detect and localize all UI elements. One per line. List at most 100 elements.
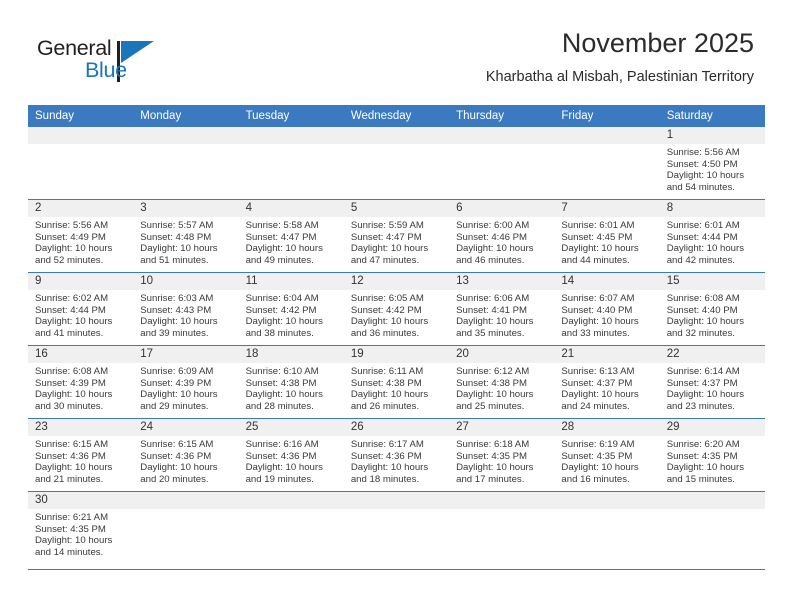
calendar-day-cell[interactable]: 18 Sunrise: 6:10 AM Sunset: 4:38 PM Dayligh… bbox=[238, 346, 344, 418]
calendar-week-row: 16 Sunrise: 6:08 AM Sunset: 4:39 PM Dayligh… bbox=[28, 346, 765, 419]
page-subtitle: Kharbatha al Misbah, Palestinian Territo… bbox=[485, 69, 754, 86]
day-number: 11 bbox=[238, 273, 344, 290]
calendar-day-cell[interactable]: 3 Sunrise: 5:57 AM Sunset: 4:48 PM Daylight… bbox=[133, 200, 239, 272]
general-blue-logo[interactable]: General Blue bbox=[37, 36, 157, 88]
day-details bbox=[554, 509, 659, 512]
day-detail-line: and 21 minutes. bbox=[35, 473, 104, 485]
day-detail-line: and 24 minutes. bbox=[561, 400, 630, 412]
day-detail-line: Sunset: 4:38 PM bbox=[350, 377, 422, 389]
day-details bbox=[133, 144, 238, 147]
day-detail-line: Sunrise: 5:57 AM bbox=[140, 220, 214, 231]
day-detail-line: Daylight: 10 hours bbox=[140, 243, 218, 255]
day-number bbox=[449, 492, 555, 509]
day-details bbox=[239, 144, 344, 147]
calendar-day-cell[interactable]: 13 Sunrise: 6:06 AM Sunset: 4:41 PM Dayligh… bbox=[449, 273, 555, 345]
calendar-week-row: 23 Sunrise: 6:15 AM Sunset: 4:36 PM Dayligh… bbox=[28, 419, 765, 492]
day-detail-line: Sunrise: 6:11 AM bbox=[350, 366, 424, 377]
weekday-header-row: Sunday Monday Tuesday Wednesday Thursday Frid… bbox=[28, 105, 765, 127]
calendar-day-cell[interactable]: 21 Sunrise: 6:13 AM Sunset: 4:37 PM Dayligh… bbox=[554, 346, 660, 418]
day-number: 19 bbox=[343, 346, 450, 363]
calendar-day-cell[interactable]: 7 Sunrise: 6:01 AM Sunset: 4:45 PM Daylight… bbox=[554, 200, 660, 272]
day-detail-line: and 39 minutes. bbox=[140, 327, 209, 339]
calendar-day-cell[interactable]: 1 Sunrise: 5:56 AM Sunset: 4:50 PM Daylight… bbox=[659, 127, 765, 199]
day-detail-line: Sunset: 4:35 PM bbox=[456, 450, 528, 462]
day-detail-line: Sunset: 4:35 PM bbox=[666, 450, 738, 462]
day-detail-line: and 46 minutes. bbox=[456, 254, 525, 266]
calendar-day-cell[interactable]: 16 Sunrise: 6:08 AM Sunset: 4:39 PM Dayligh… bbox=[28, 346, 134, 418]
calendar-day-cell[interactable]: 4 Sunrise: 5:58 AM Sunset: 4:47 PM Daylight… bbox=[238, 200, 344, 272]
calendar-day-cell[interactable]: 29 Sunrise: 6:20 AM Sunset: 4:35 PM Dayligh… bbox=[659, 419, 765, 491]
day-number: 22 bbox=[659, 346, 765, 363]
day-detail-line: Sunset: 4:38 PM bbox=[245, 377, 317, 389]
calendar-day-cell[interactable]: 23 Sunrise: 6:15 AM Sunset: 4:36 PM Dayligh… bbox=[28, 419, 134, 491]
calendar-day-cell[interactable]: 22 Sunrise: 6:14 AM Sunset: 4:37 PM Dayligh… bbox=[659, 346, 765, 418]
calendar-day-cell[interactable]: 27 Sunrise: 6:18 AM Sunset: 4:35 PM Dayligh… bbox=[449, 419, 555, 491]
day-detail-line: and 30 minutes. bbox=[35, 400, 104, 412]
calendar-day-cell[interactable]: 14 Sunrise: 6:07 AM Sunset: 4:40 PM Dayligh… bbox=[554, 273, 660, 345]
day-number: 27 bbox=[449, 419, 555, 436]
calendar-day-cell[interactable]: 26 Sunrise: 6:17 AM Sunset: 4:36 PM Dayligh… bbox=[343, 419, 450, 491]
calendar-day-cell[interactable]: 28 Sunrise: 6:19 AM Sunset: 4:35 PM Dayligh… bbox=[554, 419, 660, 491]
day-detail-line: Sunrise: 5:56 AM bbox=[666, 147, 740, 158]
calendar-day-cell[interactable]: 24 Sunrise: 6:15 AM Sunset: 4:36 PM Dayligh… bbox=[133, 419, 239, 491]
day-detail-line: Sunrise: 6:08 AM bbox=[666, 293, 740, 304]
day-detail-line: and 25 minutes. bbox=[456, 400, 525, 412]
calendar-day-cell[interactable]: 15 Sunrise: 6:08 AM Sunset: 4:40 PM Dayligh… bbox=[659, 273, 765, 345]
weekday-header-friday: Friday bbox=[561, 110, 594, 122]
day-detail-line: Sunset: 4:37 PM bbox=[666, 377, 738, 389]
day-number: 5 bbox=[343, 200, 450, 217]
calendar-day-cell[interactable]: 6 Sunrise: 6:00 AM Sunset: 4:46 PM Daylight… bbox=[449, 200, 555, 272]
day-detail-line: Daylight: 10 hours bbox=[561, 462, 639, 474]
day-number: 3 bbox=[133, 200, 239, 217]
calendar-day-cell[interactable]: 12 Sunrise: 6:05 AM Sunset: 4:42 PM Dayligh… bbox=[343, 273, 450, 345]
day-number: 30 bbox=[28, 492, 134, 509]
page-title: November 2025 bbox=[561, 28, 754, 58]
day-detail-line: Sunrise: 6:20 AM bbox=[666, 439, 740, 450]
calendar-day-cell[interactable]: 9 Sunrise: 6:02 AM Sunset: 4:44 PM Daylight… bbox=[28, 273, 134, 345]
calendar-week-row: 1 Sunrise: 5:56 AM Sunset: 4:50 PM Daylight… bbox=[28, 127, 765, 200]
calendar-day-cell[interactable]: 2 Sunrise: 5:56 AM Sunset: 4:49 PM Daylight… bbox=[28, 200, 134, 272]
day-details: Sunrise: 6:07 AM Sunset: 4:40 PM Daylight:… bbox=[554, 290, 659, 339]
day-detail-line: Sunset: 4:36 PM bbox=[350, 450, 422, 462]
day-detail-line: and 51 minutes. bbox=[140, 254, 209, 266]
day-detail-line: Sunset: 4:37 PM bbox=[561, 377, 633, 389]
day-detail-line: Sunset: 4:40 PM bbox=[666, 304, 738, 316]
day-details: Sunrise: 6:13 AM Sunset: 4:37 PM Daylight:… bbox=[554, 363, 659, 412]
day-number bbox=[343, 492, 450, 509]
calendar-day-cell[interactable]: 10 Sunrise: 6:03 AM Sunset: 4:43 PM Dayligh… bbox=[133, 273, 239, 345]
day-detail-line: Sunset: 4:45 PM bbox=[561, 231, 633, 243]
day-detail-line: and 28 minutes. bbox=[245, 400, 314, 412]
calendar-grid: Sunday Monday Tuesday Wednesday Thursday Frid… bbox=[28, 105, 765, 570]
day-number: 2 bbox=[28, 200, 134, 217]
calendar-day-cell[interactable]: 8 Sunrise: 6:01 AM Sunset: 4:44 PM Daylight… bbox=[659, 200, 765, 272]
day-detail-line: Daylight: 10 hours bbox=[666, 316, 745, 328]
calendar-day-cell[interactable]: 19 Sunrise: 6:11 AM Sunset: 4:38 PM Dayligh… bbox=[343, 346, 450, 418]
day-details: Sunrise: 6:15 AM Sunset: 4:36 PM Daylight:… bbox=[28, 436, 133, 485]
weekday-header-wednesday: Wednesday bbox=[350, 110, 412, 122]
calendar-day-cell[interactable]: 17 Sunrise: 6:09 AM Sunset: 4:39 PM Dayligh… bbox=[133, 346, 239, 418]
day-detail-line: Daylight: 10 hours bbox=[561, 389, 639, 401]
day-details: Sunrise: 6:03 AM Sunset: 4:43 PM Daylight:… bbox=[133, 290, 238, 339]
day-detail-line: Sunrise: 6:12 AM bbox=[456, 366, 530, 377]
day-detail-line: and 35 minutes. bbox=[456, 327, 525, 339]
day-number: 23 bbox=[28, 419, 134, 436]
calendar-week-row: 30 Sunrise: 6:21 AM Sunset: 4:35 PM Dayligh… bbox=[28, 492, 765, 570]
day-detail-line: Sunset: 4:42 PM bbox=[350, 304, 422, 316]
calendar-day-cell[interactable]: 5 Sunrise: 5:59 AM Sunset: 4:47 PM Daylight… bbox=[343, 200, 450, 272]
day-number bbox=[238, 127, 344, 144]
day-details bbox=[449, 509, 554, 512]
day-details bbox=[449, 144, 554, 147]
calendar-day-cell[interactable]: 30 Sunrise: 6:21 AM Sunset: 4:35 PM Dayligh… bbox=[28, 492, 134, 569]
day-detail-line: and 44 minutes. bbox=[561, 254, 630, 266]
calendar-day-cell[interactable]: 11 Sunrise: 6:04 AM Sunset: 4:42 PM Dayligh… bbox=[238, 273, 344, 345]
day-number bbox=[28, 127, 134, 144]
calendar-week-row: 9 Sunrise: 6:02 AM Sunset: 4:44 PM Daylight… bbox=[28, 273, 765, 346]
day-detail-line: and 54 minutes. bbox=[666, 181, 735, 193]
day-number: 26 bbox=[343, 419, 450, 436]
calendar-day-cell[interactable]: 25 Sunrise: 6:16 AM Sunset: 4:36 PM Dayligh… bbox=[238, 419, 344, 491]
day-detail-line: Daylight: 10 hours bbox=[561, 243, 639, 255]
day-detail-line: Sunrise: 6:10 AM bbox=[245, 366, 319, 377]
day-detail-line: Sunrise: 5:59 AM bbox=[350, 220, 424, 231]
calendar-day-cell[interactable]: 20 Sunrise: 6:12 AM Sunset: 4:38 PM Dayligh… bbox=[449, 346, 555, 418]
day-number bbox=[449, 127, 555, 144]
